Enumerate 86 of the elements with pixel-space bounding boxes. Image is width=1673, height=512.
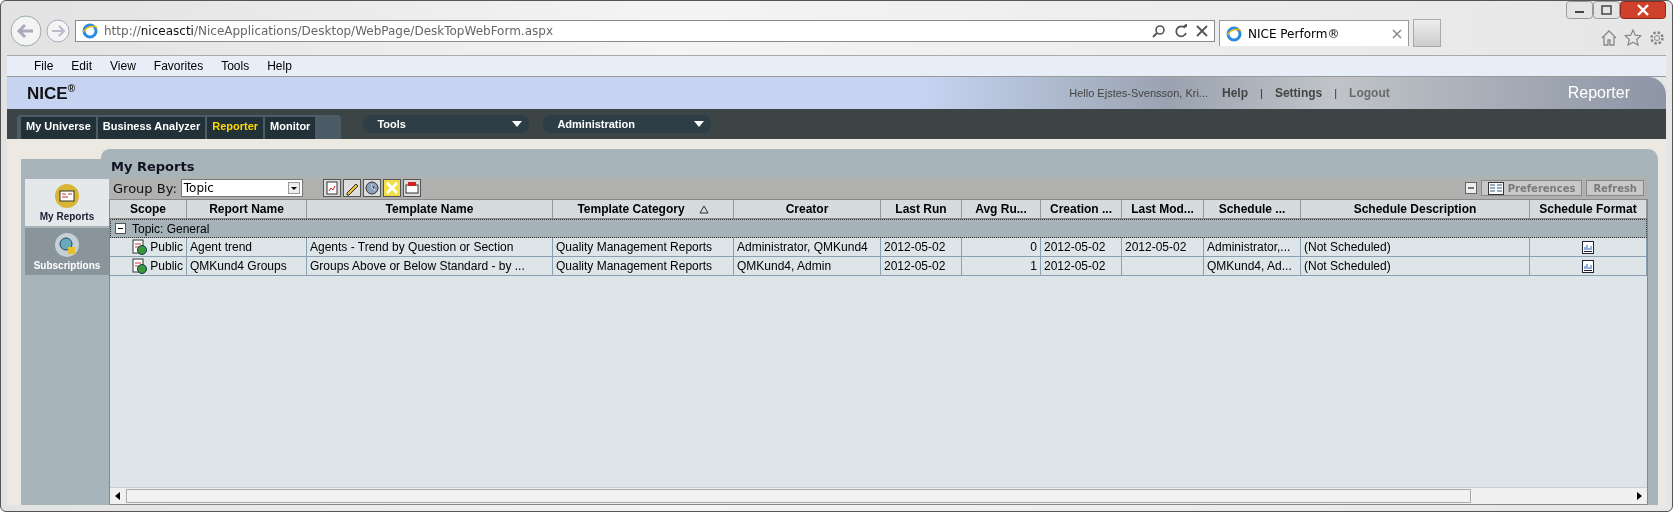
nav-dropdown[interactable]: Tools bbox=[363, 115, 530, 133]
print-icon[interactable] bbox=[402, 179, 421, 197]
report-format-icon bbox=[1582, 259, 1594, 273]
menu-item[interactable]: File bbox=[25, 59, 63, 73]
table-cell: Administrator,... bbox=[1207, 240, 1291, 254]
nav-tab[interactable]: Reporter bbox=[207, 117, 264, 139]
column-header[interactable]: Avg Ru... bbox=[962, 200, 1041, 218]
column-header[interactable]: Creation ... bbox=[1041, 200, 1122, 218]
column-header[interactable]: Scope bbox=[110, 200, 187, 218]
ie-logo-icon bbox=[82, 23, 98, 39]
table-cell: (Not Scheduled) bbox=[1304, 240, 1391, 254]
column-header[interactable]: Creator bbox=[734, 200, 881, 218]
table-cell: Quality Management Reports bbox=[556, 240, 713, 254]
group-row[interactable]: Topic: General bbox=[110, 219, 1647, 238]
settings-icon[interactable] bbox=[1648, 29, 1666, 47]
minimize-button[interactable] bbox=[1566, 1, 1593, 19]
separator: | bbox=[1260, 87, 1263, 99]
table-cell: Agent trend bbox=[190, 240, 253, 254]
column-header[interactable]: Report Name bbox=[187, 200, 307, 218]
sidebar-item[interactable]: My Reports bbox=[25, 179, 109, 226]
nav-tab[interactable]: Business Analyzer bbox=[97, 117, 206, 139]
table-cell: 1 bbox=[1030, 259, 1037, 273]
column-header[interactable]: Schedule Format bbox=[1530, 200, 1647, 218]
header-link[interactable]: Help bbox=[1222, 86, 1249, 100]
table-cell: QMKund4 Groups bbox=[190, 259, 287, 273]
home-icon[interactable] bbox=[1600, 29, 1618, 47]
ie-logo-icon bbox=[1226, 25, 1242, 42]
group-by-label: Group By: bbox=[113, 180, 177, 196]
table-cell: Public bbox=[150, 259, 183, 273]
nav-dropdown[interactable]: Administration bbox=[543, 115, 712, 133]
menu-item[interactable]: Favorites bbox=[144, 59, 213, 73]
nav-tab[interactable]: My Universe bbox=[21, 117, 96, 139]
delete-icon[interactable] bbox=[382, 179, 401, 197]
greeting-text: Hello Ejstes-Svensson, Kri... bbox=[1069, 87, 1208, 99]
table-cell: 2012-05-02 bbox=[1125, 240, 1187, 254]
column-header[interactable]: Template Name bbox=[307, 200, 553, 218]
column-header[interactable]: Last Mod... bbox=[1122, 200, 1204, 218]
column-header[interactable]: Schedule Description bbox=[1301, 200, 1530, 218]
scrollbar-thumb[interactable] bbox=[126, 489, 1471, 503]
nav-tab[interactable]: Monitor bbox=[265, 117, 316, 139]
separator: | bbox=[1334, 87, 1338, 99]
close-button[interactable] bbox=[1620, 1, 1666, 19]
table-cell: (Not Scheduled) bbox=[1304, 259, 1391, 273]
table-cell: Groups Above or Below Standard - by ... bbox=[310, 259, 525, 273]
table-cell: Agents - Trend by Question or Section bbox=[310, 240, 514, 254]
menu-item[interactable]: Tools bbox=[212, 59, 259, 73]
column-header[interactable]: Template Category bbox=[553, 200, 734, 218]
table-cell: 2012-05-02 bbox=[1044, 240, 1106, 254]
table-cell: 2012-05-02 bbox=[1044, 259, 1106, 273]
maximize-button[interactable] bbox=[1593, 1, 1620, 19]
public-report-icon bbox=[131, 258, 148, 274]
panel-title: My Reports bbox=[110, 159, 196, 176]
table-cell: Quality Management Reports bbox=[556, 259, 713, 273]
public-report-icon bbox=[131, 239, 148, 255]
table-cell: QMKund4, Admin bbox=[737, 259, 832, 273]
edit-icon[interactable] bbox=[342, 179, 361, 197]
preferences-icon bbox=[1487, 181, 1504, 195]
browser-tab[interactable]: NICE Perform® bbox=[1219, 20, 1409, 46]
table-cell: QMKund4, Ad... bbox=[1207, 259, 1292, 273]
column-header[interactable]: Last Run bbox=[881, 200, 962, 218]
table-cell: 2012-05-02 bbox=[884, 259, 946, 273]
collapse-icon[interactable] bbox=[115, 223, 126, 234]
star-icon[interactable] bbox=[1624, 29, 1642, 47]
report-icon bbox=[54, 183, 80, 209]
menu-item[interactable]: View bbox=[101, 59, 145, 73]
search-icon[interactable] bbox=[1152, 24, 1166, 38]
table-cell: Administrator, QMKund4 bbox=[737, 240, 868, 254]
schedule-icon[interactable] bbox=[362, 179, 381, 197]
address-bar[interactable]: http://niceascti/NiceApplications/Desktop/WebPage/DeskTopWebForm.aspx bbox=[75, 20, 1215, 42]
column-header[interactable]: Schedule ... bbox=[1204, 200, 1301, 218]
stop-icon[interactable] bbox=[1196, 25, 1208, 37]
close-tab-icon[interactable] bbox=[1392, 28, 1402, 39]
nice-logo: NICE$^{®}$ bbox=[26, 82, 75, 104]
menu-item[interactable]: Edit bbox=[62, 59, 102, 73]
menu-item[interactable]: Help bbox=[258, 59, 301, 73]
header-link[interactable]: Settings bbox=[1274, 86, 1323, 100]
report-format-icon bbox=[1582, 240, 1594, 254]
module-title: Reporter bbox=[1567, 84, 1630, 102]
table-cell: 0 bbox=[1030, 240, 1037, 254]
group-by-dropdown[interactable]: Topic bbox=[180, 179, 303, 197]
table-cell: 2012-05-02 bbox=[884, 240, 946, 254]
caret-icon bbox=[287, 182, 300, 194]
subscription-icon bbox=[54, 232, 80, 258]
new-report-icon[interactable] bbox=[322, 179, 341, 197]
table-cell: Public bbox=[150, 240, 183, 254]
refresh-icon[interactable] bbox=[1174, 24, 1188, 38]
